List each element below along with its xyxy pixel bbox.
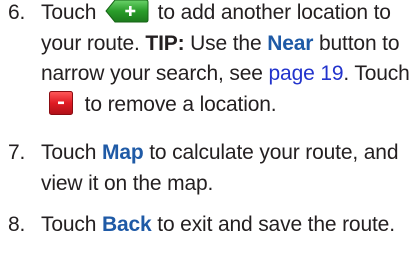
text-run: Use the xyxy=(184,31,268,55)
back-button-ref: Back xyxy=(101,213,152,236)
near-button-ref: Near xyxy=(267,31,314,55)
step-6: 6. Touch to add another location to your… xyxy=(8,0,416,120)
step-text: Touch to add another location to your ro… xyxy=(41,0,416,120)
text-run: Touch xyxy=(41,213,102,236)
manual-page: 6. Touch to add another location to your… xyxy=(0,0,416,270)
text-run: . Touch xyxy=(343,62,410,85)
map-button-ref: Map xyxy=(101,141,144,164)
step-7: 7. Touch Map to calculate your route, an… xyxy=(8,138,416,199)
remove-location-icon xyxy=(49,90,73,115)
step-text: Touch Map to calculate your route, and v… xyxy=(41,138,416,199)
text-run: Touch xyxy=(41,141,102,164)
add-location-icon xyxy=(105,0,149,23)
step-number: 6. xyxy=(8,1,26,24)
text-run: to exit and save the route. xyxy=(151,213,395,236)
step-text: Touch Back to exit and save the route. xyxy=(41,210,416,241)
step-number: 8. xyxy=(8,213,26,236)
page-link[interactable]: page 19 xyxy=(269,62,344,85)
text-run: Touch xyxy=(41,1,102,24)
text-run: to remove a location. xyxy=(79,92,277,116)
tip-label: TIP: xyxy=(145,31,185,55)
step-8: 8. Touch Back to exit and save the route… xyxy=(8,210,416,241)
step-number: 7. xyxy=(8,141,26,164)
